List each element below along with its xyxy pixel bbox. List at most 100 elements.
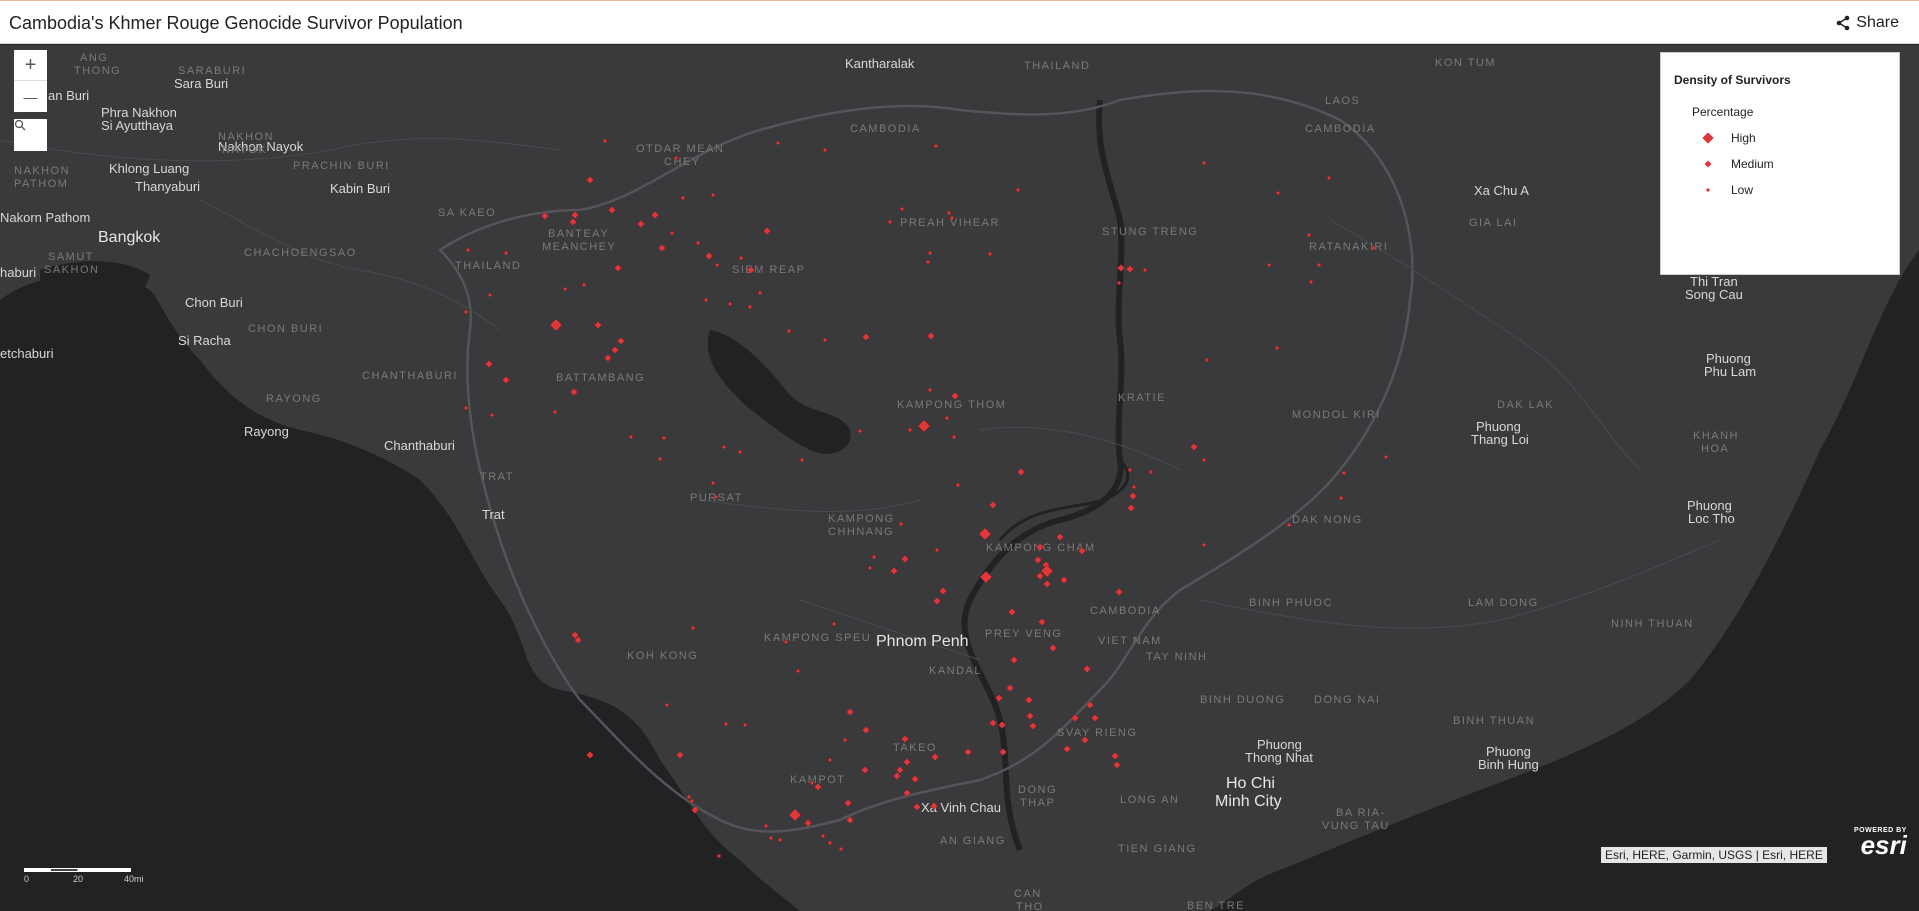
survivor-marker-medium[interactable] (651, 211, 659, 219)
survivor-marker-medium[interactable] (1071, 714, 1079, 722)
survivor-marker-low[interactable] (777, 837, 783, 843)
survivor-marker-high[interactable] (978, 527, 992, 541)
survivor-marker-low[interactable] (786, 328, 792, 334)
survivor-marker-low[interactable] (661, 435, 667, 441)
survivor-marker-high[interactable] (979, 570, 993, 584)
survivor-marker-low[interactable] (1127, 467, 1133, 473)
survivor-marker-medium[interactable] (964, 748, 972, 756)
survivor-marker-low[interactable] (1316, 262, 1322, 268)
survivor-marker-medium[interactable] (1117, 264, 1125, 272)
survivor-marker-medium[interactable] (1129, 492, 1137, 500)
survivor-marker-low[interactable] (1383, 454, 1389, 460)
survivor-marker-medium[interactable] (1038, 618, 1046, 626)
survivor-marker-low[interactable] (933, 143, 939, 149)
survivor-marker-medium[interactable] (604, 354, 612, 362)
survivor-marker-medium[interactable] (995, 694, 1003, 702)
survivor-marker-medium[interactable] (927, 332, 935, 340)
survivor-marker-medium[interactable] (844, 799, 852, 807)
survivor-marker-low[interactable] (680, 195, 686, 201)
survivor-marker-low[interactable] (927, 387, 933, 393)
survivor-marker-low[interactable] (1338, 495, 1344, 501)
survivor-marker-low[interactable] (1326, 175, 1332, 181)
survivor-marker-low[interactable] (1370, 245, 1376, 251)
survivor-marker-medium[interactable] (586, 751, 594, 759)
survivor-marker-medium[interactable] (1081, 736, 1089, 744)
survivor-marker-low[interactable] (946, 210, 952, 216)
survivor-marker-medium[interactable] (1017, 468, 1025, 476)
survivor-marker-medium[interactable] (502, 376, 510, 384)
survivor-marker-low[interactable] (898, 521, 904, 527)
survivor-marker-low[interactable] (955, 482, 961, 488)
survivor-marker-low[interactable] (562, 286, 568, 292)
survivor-marker-low[interactable] (944, 415, 950, 421)
survivor-marker-low[interactable] (831, 621, 837, 627)
survivor-marker-low[interactable] (552, 409, 558, 415)
survivor-marker-low[interactable] (742, 722, 748, 728)
survivor-marker-medium[interactable] (1034, 556, 1042, 564)
survivor-marker-medium[interactable] (571, 211, 579, 219)
survivor-marker-low[interactable] (822, 147, 828, 153)
survivor-marker-low[interactable] (827, 757, 833, 763)
survivor-marker-medium[interactable] (846, 708, 854, 716)
survivor-marker-low[interactable] (867, 565, 873, 571)
survivor-marker-low[interactable] (664, 702, 670, 708)
survivor-marker-low[interactable] (822, 337, 828, 343)
survivor-marker-medium[interactable] (804, 819, 812, 827)
survivor-marker-low[interactable] (927, 250, 933, 256)
survivor-marker-medium[interactable] (1010, 656, 1018, 664)
survivor-marker-low[interactable] (795, 668, 801, 674)
survivor-marker-low[interactable] (487, 292, 493, 298)
survivor-marker-high[interactable] (917, 419, 931, 433)
survivor-marker-low[interactable] (934, 547, 940, 553)
survivor-marker-medium[interactable] (569, 218, 577, 226)
survivor-marker-medium[interactable] (1126, 265, 1134, 273)
survivor-marker-low[interactable] (820, 833, 826, 839)
survivor-marker-medium[interactable] (608, 206, 616, 214)
survivor-marker-medium[interactable] (1063, 745, 1071, 753)
survivor-marker-medium[interactable] (594, 321, 602, 329)
esri-logo[interactable]: POWERED BY esri (1854, 827, 1907, 858)
survivor-marker-low[interactable] (721, 444, 727, 450)
survivor-marker-low[interactable] (710, 480, 716, 486)
survivor-marker-medium[interactable] (939, 587, 947, 595)
survivor-marker-medium[interactable] (931, 753, 939, 761)
survivor-marker-low[interactable] (871, 554, 877, 560)
survivor-marker-low[interactable] (1116, 280, 1122, 286)
survivor-marker-low[interactable] (703, 297, 709, 303)
survivor-marker-low[interactable] (737, 449, 743, 455)
survivor-marker-low[interactable] (887, 219, 893, 225)
survivor-marker-low[interactable] (783, 639, 789, 645)
survivor-marker-low[interactable] (1204, 357, 1210, 363)
survivor-marker-low[interactable] (827, 840, 833, 846)
survivor-marker-low[interactable] (602, 138, 608, 144)
survivor-marker-low[interactable] (1274, 345, 1280, 351)
survivor-marker-low[interactable] (1131, 484, 1137, 490)
survivor-marker-low[interactable] (949, 215, 955, 221)
survivor-marker-medium[interactable] (998, 721, 1006, 729)
survivor-marker-low[interactable] (925, 259, 931, 265)
survivor-marker-low[interactable] (503, 250, 509, 256)
survivor-marker-low[interactable] (689, 798, 695, 804)
survivor-marker-medium[interactable] (913, 803, 921, 811)
survivor-marker-low[interactable] (657, 456, 663, 462)
survivor-marker-medium[interactable] (814, 783, 822, 791)
survivor-marker-low[interactable] (1286, 522, 1292, 528)
survivor-marker-medium[interactable] (1043, 580, 1051, 588)
survivor-marker-low[interactable] (738, 255, 744, 261)
survivor-marker-medium[interactable] (705, 252, 713, 260)
survivor-marker-medium[interactable] (1008, 608, 1016, 616)
survivor-marker-medium[interactable] (861, 766, 869, 774)
survivor-marker-low[interactable] (1201, 542, 1207, 548)
survivor-marker-medium[interactable] (846, 816, 854, 824)
survivor-marker-low[interactable] (951, 434, 957, 440)
survivor-marker-medium[interactable] (901, 735, 909, 743)
survivor-marker-medium[interactable] (658, 244, 666, 252)
survivor-marker-medium[interactable] (1113, 761, 1121, 769)
survivor-marker-medium[interactable] (763, 227, 771, 235)
survivor-marker-low[interactable] (1275, 190, 1281, 196)
survivor-marker-medium[interactable] (541, 212, 549, 220)
survivor-marker-medium[interactable] (676, 751, 684, 759)
survivor-marker-medium[interactable] (1036, 572, 1044, 580)
survivor-marker-low[interactable] (775, 140, 781, 146)
survivor-marker-medium[interactable] (999, 748, 1007, 756)
